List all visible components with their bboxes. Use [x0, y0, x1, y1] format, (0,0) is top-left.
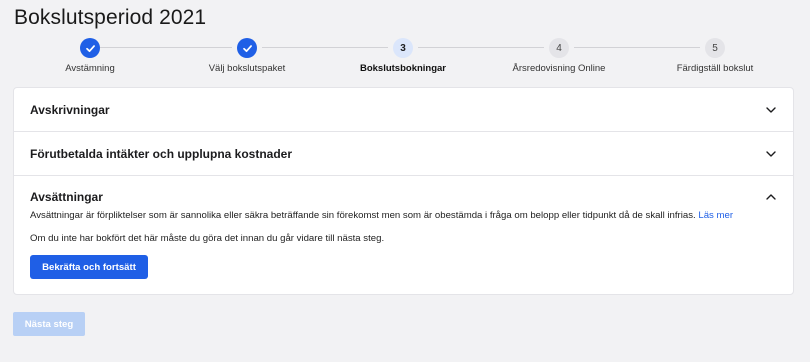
accordion-header-avskrivningar[interactable]: Avskrivningar: [14, 88, 793, 131]
step-completed-indicator: [80, 38, 100, 58]
accordion-title: Avsättningar: [30, 190, 103, 204]
step-valj-bokslutspaket[interactable]: Välj bokslutspaket: [167, 36, 327, 74]
step-number: 4: [549, 38, 569, 58]
step-label: Välj bokslutspaket: [208, 63, 286, 74]
page-title: Bokslutsperiod 2021: [14, 6, 207, 29]
step-bokslutsbokningar: 3 Bokslutsbokningar: [323, 36, 483, 74]
step-avstamning[interactable]: Avstämning: [10, 36, 170, 74]
accordion-header-avsattningar[interactable]: Avsättningar: [14, 176, 793, 208]
read-more-link[interactable]: Läs mer: [698, 210, 733, 221]
step-arsredovisning-online: 4 Årsredovisning Online: [479, 36, 639, 74]
progress-stepper: Avstämning Välj bokslutspaket 3 Boksluts…: [0, 36, 810, 76]
accordion-header-forutbetalda[interactable]: Förutbetalda intäkter och upplupna kostn…: [14, 132, 793, 175]
avsattningar-description: Avsättningar är förpliktelser som är san…: [30, 210, 733, 221]
step-label: Färdigställ bokslut: [676, 63, 754, 74]
chevron-up-icon: [766, 194, 776, 200]
accordion-title: Avskrivningar: [30, 103, 110, 117]
step-number: 5: [705, 38, 725, 58]
chevron-down-icon: [766, 107, 776, 113]
description-text: Avsättningar är förpliktelser som är san…: [30, 210, 696, 221]
confirm-and-continue-button[interactable]: Bekräfta och fortsätt: [30, 255, 148, 279]
next-step-button[interactable]: Nästa steg: [13, 312, 85, 336]
bookings-accordion: Avskrivningar Förutbetalda intäkter och …: [13, 87, 794, 295]
step-number: 3: [393, 38, 413, 58]
step-fardigstall-bokslut: 5 Färdigställ bokslut: [635, 36, 795, 74]
checkmark-icon: [85, 44, 95, 52]
chevron-down-icon: [766, 151, 776, 157]
step-label: Avstämning: [65, 63, 115, 74]
step-completed-indicator: [237, 38, 257, 58]
step-label: Bokslutsbokningar: [359, 63, 447, 74]
accordion-title: Förutbetalda intäkter och upplupna kostn…: [30, 147, 293, 161]
step-label: Årsredovisning Online: [512, 63, 606, 74]
checkmark-icon: [242, 44, 252, 52]
avsattningar-note: Om du inte har bokfört det här måste du …: [30, 233, 385, 244]
